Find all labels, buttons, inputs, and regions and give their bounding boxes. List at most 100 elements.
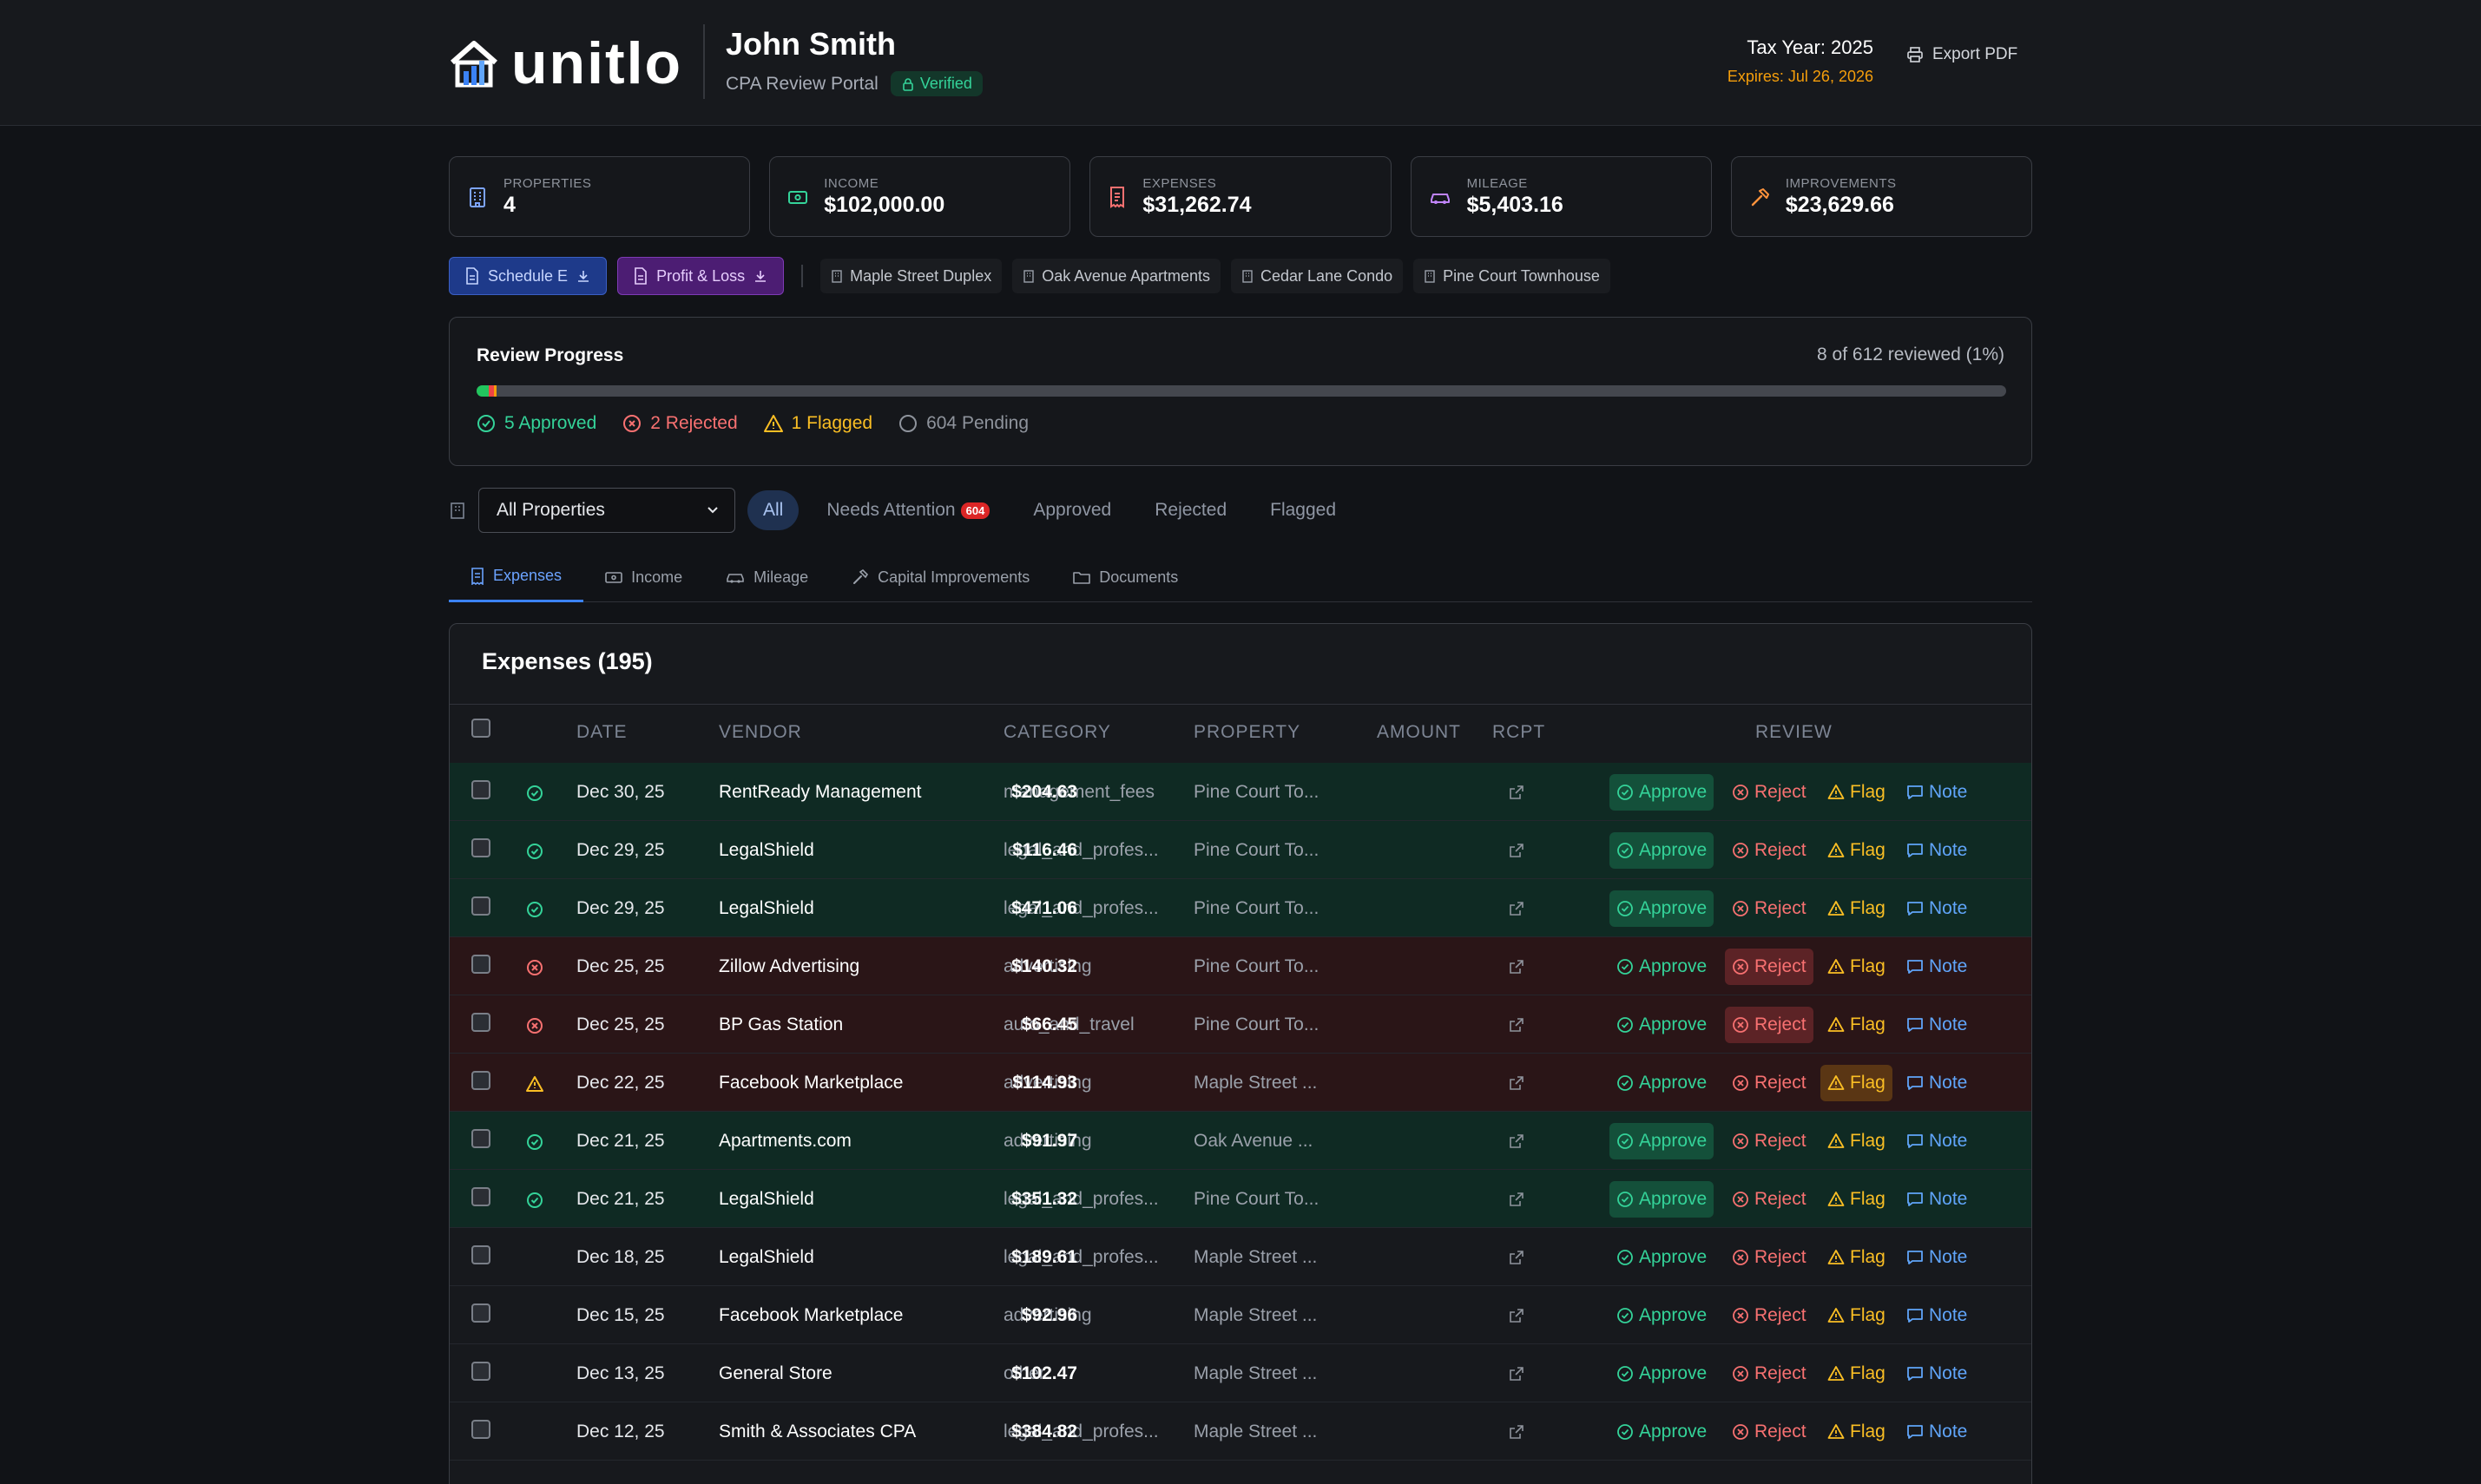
property-chip-pine[interactable]: Pine Court Townhouse [1413,259,1610,293]
note-button[interactable]: Note [1899,1065,1974,1101]
receipt-link[interactable] [1509,843,1524,863]
reject-button[interactable]: Reject [1725,832,1813,869]
tab-capital-improvements[interactable]: Capital Improvements [830,552,1051,602]
row-checkbox[interactable] [471,1303,490,1323]
note-button[interactable]: Note [1899,949,1974,985]
stats-row: PROPERTIES 4 INCOME $102,000.00 EXPENSES $3… [449,156,2033,237]
filter-needs-attention[interactable]: Needs Attention 604 [811,490,1005,530]
property-chip-oak[interactable]: Oak Avenue Apartments [1012,259,1221,293]
approve-button[interactable]: Approve [1609,890,1714,927]
property-chip-maple[interactable]: Maple Street Duplex [820,259,1003,293]
approve-button[interactable]: Approve [1609,1356,1714,1392]
reject-button[interactable]: Reject [1725,1414,1813,1450]
reject-button[interactable]: Reject [1725,1181,1813,1218]
receipt-link[interactable] [1509,1366,1524,1386]
row-checkbox[interactable] [471,1187,490,1206]
row-checkbox[interactable] [471,1362,490,1381]
approve-button[interactable]: Approve [1609,949,1714,985]
note-button[interactable]: Note [1899,832,1974,869]
note-button[interactable]: Note [1899,1181,1974,1218]
note-button[interactable]: Note [1899,1356,1974,1392]
car-icon [727,574,744,583]
x-circle-icon [1733,1250,1748,1265]
flag-button[interactable]: Flag [1820,1297,1892,1334]
export-pdf-button[interactable]: Export PDF [1906,45,2017,64]
approve-button[interactable]: Approve [1609,832,1714,869]
reject-button[interactable]: Reject [1725,1065,1813,1101]
flag-button[interactable]: Flag [1820,774,1892,811]
filter-all[interactable]: All [747,490,800,530]
flag-button[interactable]: Flag [1820,1239,1892,1276]
row-checkbox[interactable] [471,896,490,916]
note-button[interactable]: Note [1899,1239,1974,1276]
receipt-link[interactable] [1509,1133,1524,1153]
approve-button[interactable]: Approve [1609,1239,1714,1276]
approve-button[interactable]: Approve [1609,1297,1714,1334]
note-button[interactable]: Note [1899,1007,1974,1043]
receipt-link[interactable] [1509,959,1524,979]
row-checkbox[interactable] [471,955,490,974]
reject-button[interactable]: Reject [1725,949,1813,985]
note-button[interactable]: Note [1899,1297,1974,1334]
flag-button[interactable]: Flag [1820,1007,1892,1043]
property-chip-cedar[interactable]: Cedar Lane Condo [1231,259,1404,293]
reject-button[interactable]: Reject [1725,774,1813,811]
schedule-e-button[interactable]: Schedule E [449,257,608,295]
tab-income[interactable]: Income [583,552,704,602]
receipt-link[interactable] [1509,1017,1524,1037]
reject-button[interactable]: Reject [1725,1007,1813,1043]
receipt-link[interactable] [1509,1192,1524,1211]
reject-button[interactable]: Reject [1725,1356,1813,1392]
select-all-checkbox[interactable] [471,719,490,738]
note-button[interactable]: Note [1899,1414,1974,1450]
reject-button[interactable]: Reject [1725,1297,1813,1334]
tab-documents[interactable]: Documents [1051,552,1200,602]
note-button[interactable]: Note [1899,774,1974,811]
profit-loss-button[interactable]: Profit & Loss [617,257,785,295]
approve-button[interactable]: Approve [1609,774,1714,811]
row-checkbox[interactable] [471,1129,490,1148]
flag-button[interactable]: Flag [1820,832,1892,869]
flag-button[interactable]: Flag [1820,1356,1892,1392]
filter-rejected[interactable]: Rejected [1139,490,1242,530]
approve-button[interactable]: Approve [1609,1065,1714,1101]
receipt-link[interactable] [1509,1308,1524,1328]
check-circle-icon [527,785,543,801]
tab-expenses[interactable]: Expenses [449,552,584,602]
property-select[interactable]: All Properties [478,488,735,533]
reject-button[interactable]: Reject [1725,1123,1813,1159]
receipt-link[interactable] [1509,785,1524,804]
flag-button[interactable]: Flag [1820,1123,1892,1159]
filter-approved[interactable]: Approved [1017,490,1127,530]
note-button[interactable]: Note [1899,1123,1974,1159]
row-checkbox[interactable] [471,838,490,857]
tab-mileage[interactable]: Mileage [704,552,830,602]
flag-button[interactable]: Flag [1820,949,1892,985]
note-button[interactable]: Note [1899,890,1974,927]
row-checkbox[interactable] [471,1420,490,1439]
approve-button[interactable]: Approve [1609,1123,1714,1159]
receipt-link[interactable] [1509,901,1524,921]
cell-property: Maple Street ... [1194,1363,1318,1383]
receipt-link[interactable] [1509,1075,1524,1095]
row-checkbox[interactable] [471,1245,490,1264]
row-checkbox[interactable] [471,780,490,799]
flag-button[interactable]: Flag [1820,1414,1892,1450]
approve-button[interactable]: Approve [1609,1007,1714,1043]
reject-button[interactable]: Reject [1725,1239,1813,1276]
row-checkbox[interactable] [471,1071,490,1090]
receipt-link[interactable] [1509,1424,1524,1444]
reject-button[interactable]: Reject [1725,890,1813,927]
cell-vendor: LegalShield [719,1189,814,1209]
receipt-link[interactable] [1509,1250,1524,1270]
verified-label: Verified [919,75,972,92]
flag-button[interactable]: Flag [1820,890,1892,927]
message-icon [1907,1134,1923,1148]
approve-button[interactable]: Approve [1609,1181,1714,1218]
row-checkbox[interactable] [471,1013,490,1032]
flag-button[interactable]: Flag [1820,1181,1892,1218]
filter-flagged[interactable]: Flagged [1254,490,1352,530]
approve-button[interactable]: Approve [1609,1414,1714,1450]
flag-button[interactable]: Flag [1820,1065,1892,1101]
message-icon [1907,1309,1923,1323]
